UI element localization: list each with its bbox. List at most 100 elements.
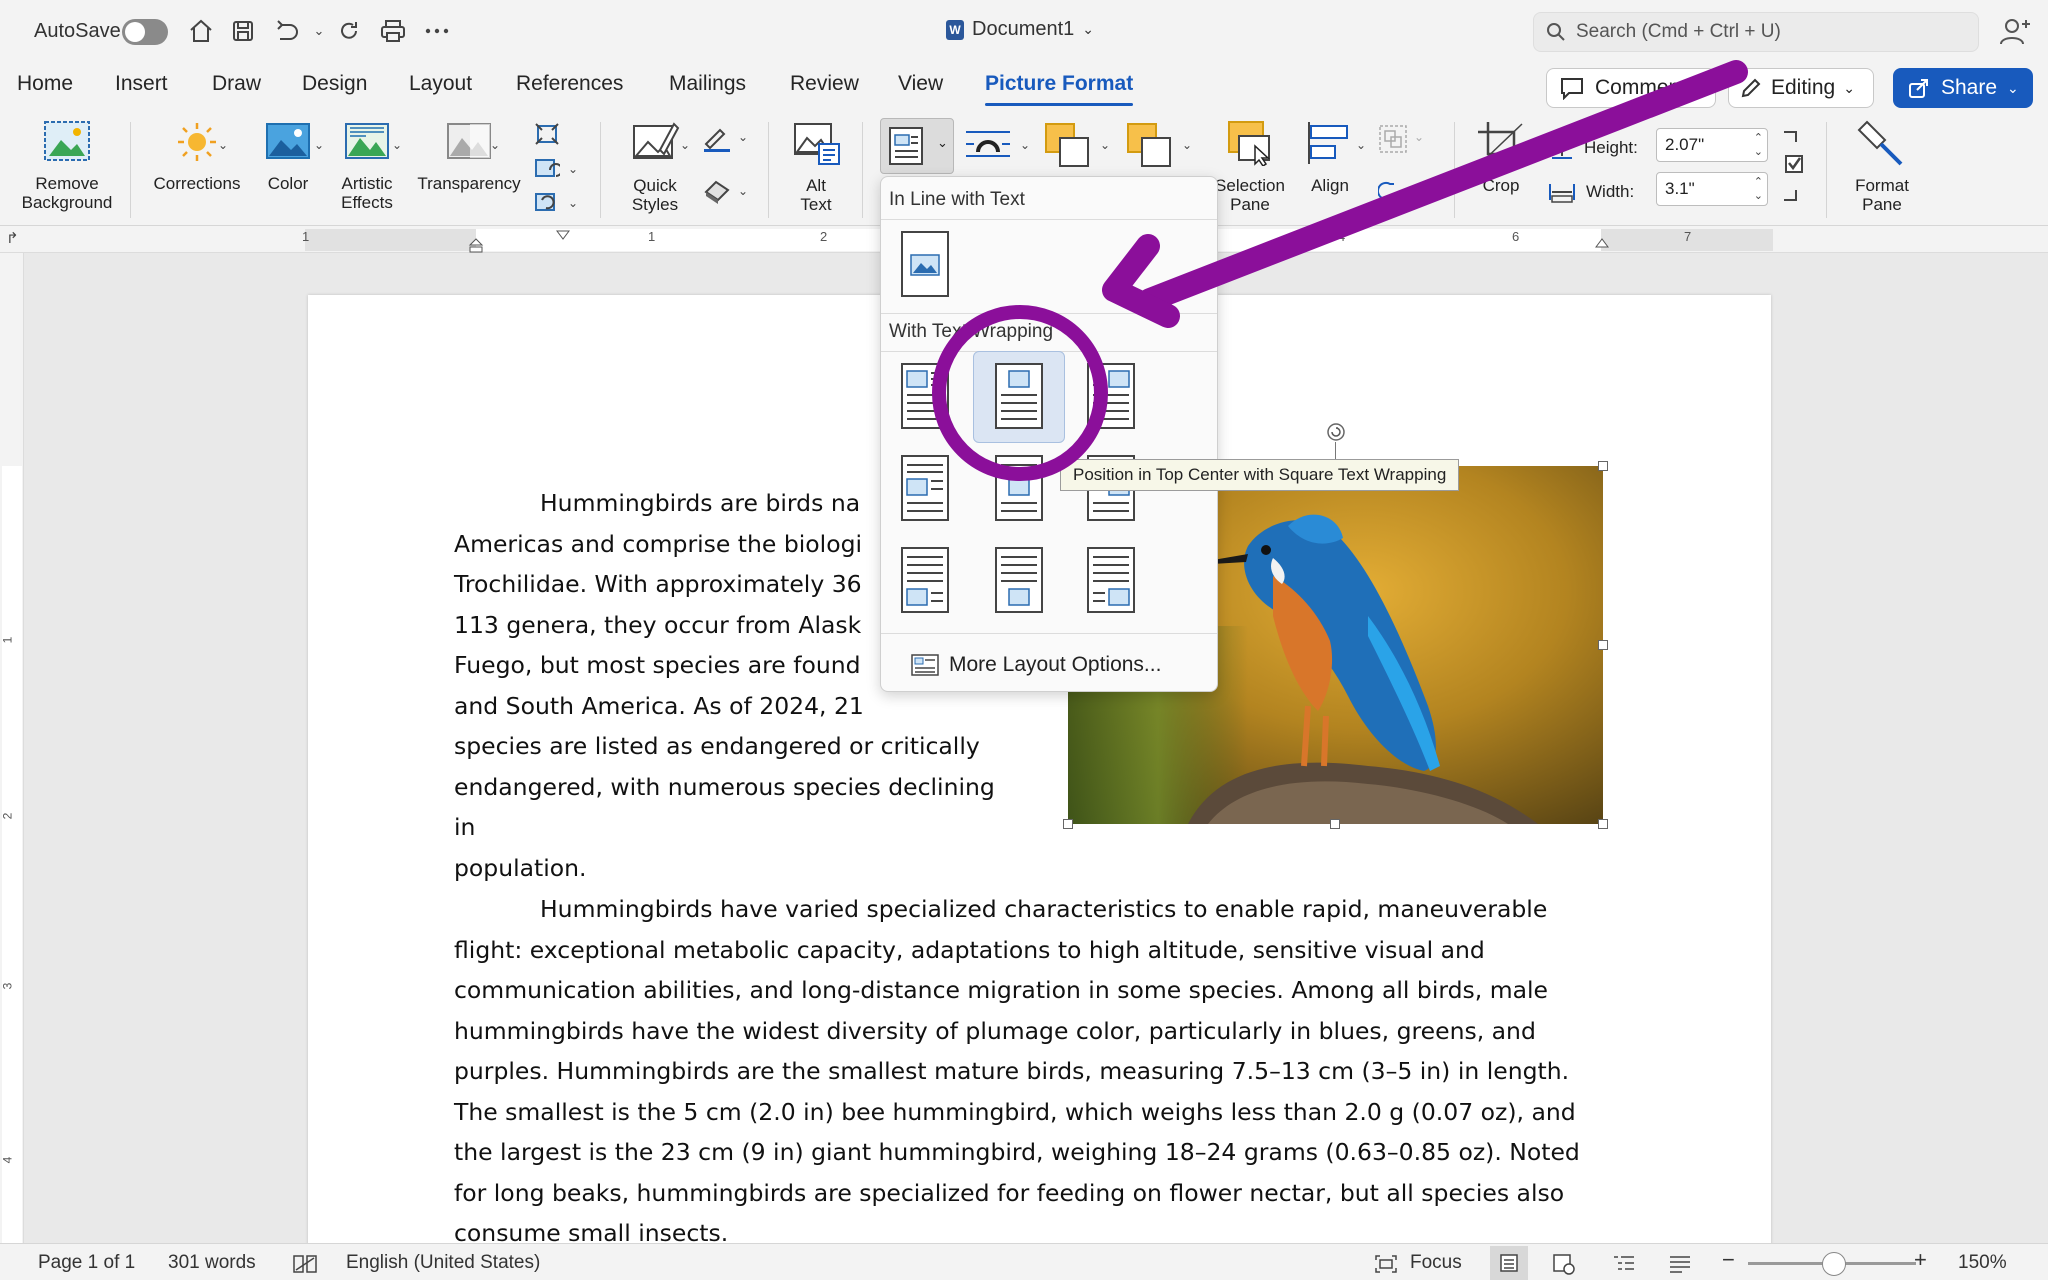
chevron-down-icon[interactable]: ⌄ (1414, 130, 1424, 144)
rotate-handle-icon[interactable] (1326, 422, 1346, 442)
tab-stop-icon[interactable]: ↱ (6, 229, 19, 247)
zoom-in-icon[interactable]: + (1914, 1247, 1927, 1273)
editing-mode-button[interactable]: Editing ⌄ (1728, 68, 1874, 108)
print-icon[interactable] (376, 14, 410, 48)
tab-references[interactable]: References (516, 72, 623, 96)
selection-pane-button[interactable]: Selection Pane (1212, 120, 1288, 214)
share-person-icon[interactable] (1998, 14, 2034, 50)
height-stepper-icon[interactable]: ⌃ ⌄ (1754, 131, 1763, 159)
undo-icon[interactable] (270, 14, 304, 48)
height-field[interactable]: 2.07" ⌃ ⌄ (1656, 128, 1768, 162)
resize-handle-bottom[interactable] (1330, 819, 1340, 829)
alt-text-button[interactable]: Alt Text (780, 120, 852, 214)
left-indent-marker-icon[interactable] (468, 237, 484, 253)
tab-review[interactable]: Review (790, 72, 859, 96)
proofing-book-icon[interactable] (292, 1254, 318, 1274)
chevron-down-icon[interactable]: ⌄ (1100, 138, 1110, 152)
chevron-down-icon[interactable]: ⌄ (490, 138, 500, 152)
draft-view-icon[interactable] (1668, 1253, 1692, 1275)
print-layout-view-button[interactable] (1490, 1246, 1528, 1280)
redo-icon[interactable] (332, 14, 366, 48)
word-count[interactable]: 301 words (168, 1252, 256, 1274)
compress-pictures-icon[interactable] (534, 122, 560, 146)
more-options-icon[interactable] (420, 14, 454, 48)
rotate-objects-icon[interactable] (1378, 180, 1400, 202)
chevron-down-icon[interactable]: ⌄ (738, 184, 748, 198)
color-button[interactable]: Color (250, 120, 326, 193)
picture-effects-icon[interactable] (702, 178, 732, 204)
focus-icon[interactable] (1374, 1254, 1398, 1274)
wrap-option-top-center[interactable] (995, 363, 1043, 429)
artistic-effects-button[interactable]: Artistic Effects (328, 120, 406, 212)
group-objects-icon[interactable] (1378, 124, 1408, 154)
wrap-option-bottom-center[interactable] (995, 547, 1043, 613)
picture-border-icon[interactable] (702, 124, 732, 152)
zoom-out-icon[interactable]: − (1722, 1247, 1735, 1273)
wrap-option-bottom-right[interactable] (1087, 547, 1135, 613)
share-button[interactable]: Share ⌄ (1893, 68, 2033, 108)
resize-handle-top-right[interactable] (1598, 461, 1608, 471)
outline-view-icon[interactable] (1612, 1253, 1636, 1275)
chevron-down-icon[interactable]: ⌄ (568, 162, 578, 176)
wrap-option-top-left[interactable] (901, 363, 949, 429)
transparency-button[interactable]: Transparency (410, 120, 528, 193)
chevron-down-icon[interactable]: ⌄ (218, 138, 228, 152)
autosave-toggle[interactable] (122, 19, 168, 45)
chevron-down-icon[interactable]: ⌄ (1020, 138, 1030, 152)
tab-design[interactable]: Design (302, 72, 367, 96)
tab-draw[interactable]: Draw (212, 72, 261, 96)
first-line-indent-marker-icon[interactable] (555, 229, 571, 241)
crop-button[interactable]: Crop (1466, 120, 1536, 195)
more-layout-options-item[interactable]: More Layout Options... (911, 653, 1161, 677)
width-stepper-icon[interactable]: ⌃ ⌄ (1754, 175, 1763, 203)
tab-insert[interactable]: Insert (115, 72, 168, 96)
focus-label[interactable]: Focus (1410, 1252, 1462, 1274)
tab-picture-format[interactable]: Picture Format (985, 72, 1134, 106)
search-input[interactable]: Search (Cmd + Ctrl + U) (1533, 12, 1979, 52)
position-icon[interactable] (964, 128, 1012, 162)
bring-forward-icon[interactable] (1044, 122, 1092, 170)
vertical-ruler[interactable]: 1 2 3 4 (0, 253, 24, 1246)
width-field[interactable]: 3.1" ⌃ ⌄ (1656, 172, 1768, 206)
zoom-level[interactable]: 150% (1958, 1252, 2007, 1274)
web-layout-icon[interactable] (1552, 1253, 1576, 1275)
tab-layout[interactable]: Layout (409, 72, 472, 96)
remove-background-button[interactable]: Remove Background (12, 120, 122, 212)
page-count[interactable]: Page 1 of 1 (38, 1252, 135, 1274)
zoom-slider-handle[interactable] (1822, 1252, 1846, 1276)
home-icon[interactable] (184, 14, 218, 48)
wrap-option-middle-center[interactable] (995, 455, 1043, 521)
paragraph-2[interactable]: Hummingbirds have varied specialized cha… (454, 889, 1654, 1243)
quick-styles-button[interactable]: Quick Styles (612, 120, 698, 214)
corrections-button[interactable]: Corrections (146, 120, 248, 193)
right-indent-marker-icon[interactable] (1594, 237, 1610, 249)
align-button[interactable]: Align (1290, 120, 1370, 195)
tab-view[interactable]: View (898, 72, 943, 96)
save-icon[interactable] (226, 14, 260, 48)
resize-handle-right[interactable] (1598, 640, 1608, 650)
wrap-text-button[interactable]: ⌄ (880, 118, 954, 174)
wrap-option-middle-left[interactable] (901, 455, 949, 521)
language[interactable]: English (United States) (346, 1252, 540, 1274)
resize-handle-bottom-left[interactable] (1063, 819, 1073, 829)
chevron-down-icon[interactable]: ⌄ (568, 196, 578, 210)
comments-button[interactable]: Comments (1546, 68, 1716, 108)
resize-handle-bottom-right[interactable] (1598, 819, 1608, 829)
chevron-down-icon[interactable]: ⌄ (1182, 138, 1192, 152)
chevron-down-icon[interactable]: ⌄ (314, 138, 324, 152)
wrap-option-top-right[interactable] (1087, 363, 1135, 429)
undo-dropdown-chevron-icon[interactable]: ⌄ (302, 14, 336, 48)
chevron-down-icon[interactable]: ⌄ (680, 138, 690, 152)
chevron-down-icon[interactable]: ⌄ (738, 130, 748, 144)
reset-picture-icon[interactable] (534, 190, 560, 214)
tab-home[interactable]: Home (17, 72, 73, 96)
format-pane-button[interactable]: Format Pane (1840, 120, 1924, 214)
chevron-down-icon[interactable]: ⌄ (392, 138, 402, 152)
wrap-option-inline[interactable] (901, 231, 949, 297)
change-picture-icon[interactable] (534, 156, 560, 180)
tab-mailings[interactable]: Mailings (669, 72, 746, 96)
chevron-down-icon[interactable]: ⌄ (1356, 138, 1366, 152)
document-title[interactable]: W Document1 ⌄ (946, 18, 1094, 41)
send-backward-icon[interactable] (1126, 122, 1174, 170)
lock-aspect-ratio-icon[interactable] (1780, 130, 1808, 210)
